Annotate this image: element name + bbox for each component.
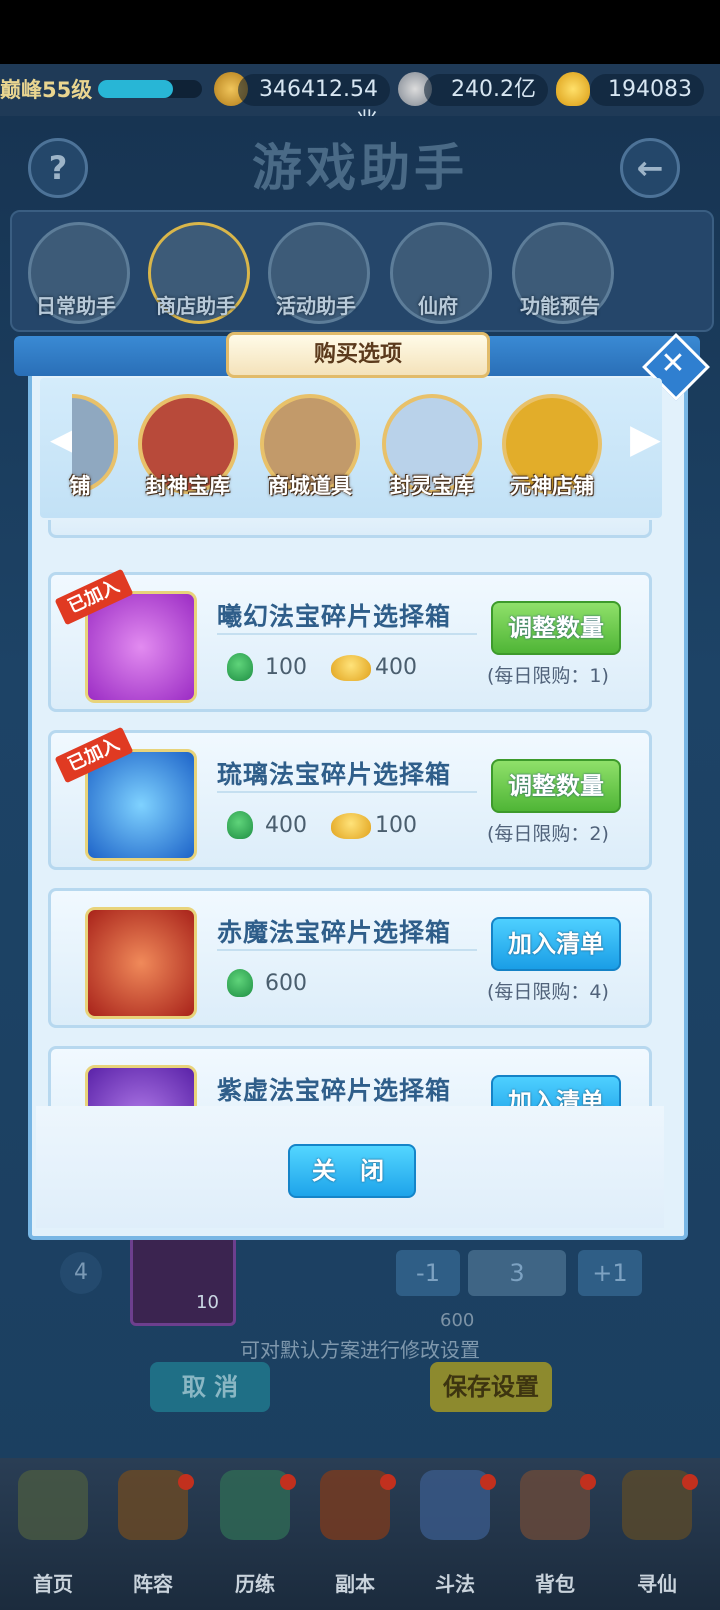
- divider: [217, 949, 477, 951]
- nav-battle[interactable]: 斗法: [406, 1464, 504, 1604]
- bg-cost: 600: [440, 1310, 475, 1331]
- item-name: 赤魔法宝碎片选择箱: [217, 918, 452, 947]
- silver-value: 240.2亿: [424, 74, 548, 106]
- tab-event[interactable]: 活动助手: [256, 290, 376, 319]
- item-image: [85, 907, 197, 1019]
- top-blank: [0, 0, 720, 64]
- exp-fill: [98, 80, 173, 98]
- notification-dot: [380, 1474, 396, 1490]
- daily-limit: (每日限购：4): [487, 981, 609, 1003]
- jade-gem-icon: [227, 811, 253, 839]
- daily-limit: (每日限购：2): [487, 823, 609, 845]
- gold-ingot-icon: [556, 72, 590, 106]
- add-to-list-button[interactable]: 加入清单: [491, 917, 621, 971]
- home-icon: [18, 1470, 88, 1540]
- page-title: 游戏助手: [252, 139, 468, 197]
- jade-gem-icon: [227, 969, 253, 997]
- save-settings-button[interactable]: 保存设置: [430, 1362, 552, 1412]
- level-label: 巅峰55级: [0, 78, 93, 102]
- bg-item-count: 10: [196, 1292, 219, 1313]
- list-item: 赤魔法宝碎片选择箱 600 加入清单 (每日限购：4): [48, 888, 652, 1028]
- gem-price: 100: [265, 655, 307, 680]
- category-fengshen-label[interactable]: 封神宝库: [126, 470, 250, 500]
- nav-lineup[interactable]: 阵容: [104, 1464, 202, 1604]
- notification-dot: [178, 1474, 194, 1490]
- nav-seek[interactable]: 寻仙: [608, 1464, 706, 1604]
- tab-mansion[interactable]: 仙府: [378, 290, 498, 319]
- adjust-quantity-button[interactable]: 调整数量: [491, 759, 621, 813]
- exp-bar: [98, 80, 202, 98]
- list-item: 已加入 琉璃法宝碎片选择箱 400 100 调整数量 (每日限购：2): [48, 726, 652, 870]
- jade-gem-icon: [227, 653, 253, 681]
- right-arrow-icon[interactable]: ▶: [630, 410, 661, 468]
- divider: [217, 633, 477, 635]
- notification-dot: [580, 1474, 596, 1490]
- back-button[interactable]: ←: [620, 138, 680, 198]
- cancel-button[interactable]: 取 消: [150, 1362, 270, 1412]
- list-item: [48, 520, 652, 538]
- minus-button[interactable]: -1: [396, 1250, 460, 1296]
- bg-item-image: [130, 1230, 236, 1326]
- nav-training[interactable]: 历练: [206, 1464, 304, 1604]
- plus-button[interactable]: +1: [578, 1250, 642, 1296]
- category-yuanshen-label[interactable]: 元神店铺: [490, 470, 614, 500]
- item-name: 曦幻法宝碎片选择箱: [217, 602, 452, 631]
- category-mall-label[interactable]: 商城道具: [248, 470, 372, 500]
- tab-preview[interactable]: 功能预告: [500, 290, 620, 319]
- item-list[interactable]: 已加入 曦幻法宝碎片选择箱 100 400 调整数量 (每日限购：1) 已加入 …: [40, 520, 662, 1106]
- power-value: 346412.54兆: [238, 74, 390, 134]
- tab-shop[interactable]: 商店助手: [136, 290, 256, 319]
- hint-text: 可对默认方案进行修改设置: [240, 1338, 480, 1362]
- adjust-quantity-button[interactable]: 调整数量: [491, 601, 621, 655]
- daily-limit: (每日限购：1): [487, 665, 609, 687]
- nav-home[interactable]: 首页: [4, 1464, 102, 1604]
- close-button[interactable]: 关 闭: [288, 1144, 416, 1198]
- add-to-list-button[interactable]: 加入清单: [491, 1075, 621, 1106]
- item-name: 琉璃法宝碎片选择箱: [217, 760, 452, 789]
- notification-dot: [480, 1474, 496, 1490]
- nav-bag[interactable]: 背包: [506, 1464, 604, 1604]
- quantity-field[interactable]: 3: [468, 1250, 566, 1296]
- tab-daily[interactable]: 日常助手: [16, 290, 136, 319]
- divider: [217, 791, 477, 793]
- gold-ingot-icon: [331, 655, 371, 681]
- category-partial-label[interactable]: 铺: [40, 470, 120, 500]
- category-fengling-label[interactable]: 封灵宝库: [370, 470, 494, 500]
- item-image: [85, 1065, 197, 1106]
- nav-dungeon[interactable]: 副本: [306, 1464, 404, 1604]
- row-number: 4: [60, 1252, 102, 1294]
- notification-dot: [682, 1474, 698, 1490]
- gem-price: 600: [265, 971, 307, 996]
- gem-price: 400: [265, 813, 307, 838]
- list-item: 紫虚法宝碎片选择箱 加入清单: [48, 1046, 652, 1106]
- gold-price: 100: [375, 813, 417, 838]
- gold-ingot-icon: [331, 813, 371, 839]
- modal-title: 购买选项: [226, 332, 490, 378]
- list-item: 已加入 曦幻法宝碎片选择箱 100 400 调整数量 (每日限购：1): [48, 568, 652, 712]
- notification-dot: [280, 1474, 296, 1490]
- left-arrow-icon[interactable]: ◀: [50, 410, 81, 468]
- gold-price: 400: [375, 655, 417, 680]
- item-name: 紫虚法宝碎片选择箱: [217, 1076, 452, 1105]
- gold-value: 194083: [590, 74, 704, 106]
